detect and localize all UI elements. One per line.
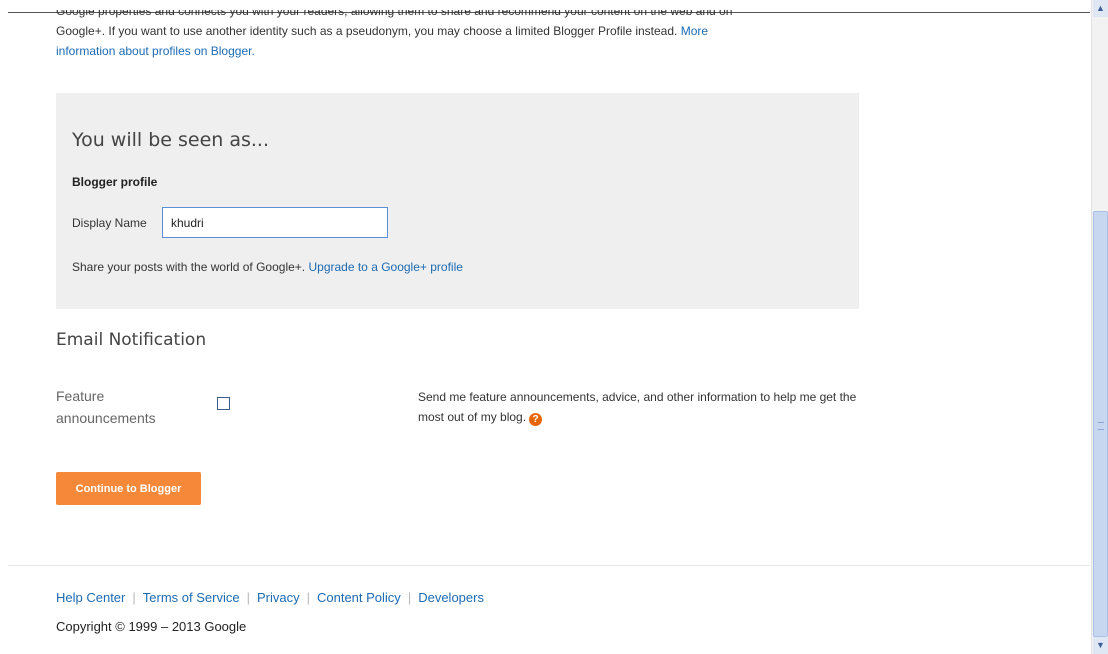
privacy-link[interactable]: Privacy [257,590,300,605]
intro-line-1: Google properties and connects you with … [56,4,733,18]
profile-intro-text: Google properties and connects you with … [56,4,846,61]
footer-separator: | [246,590,250,605]
feature-announcements-label: Feature announcements [56,388,156,426]
vertical-scrollbar[interactable]: ▲ ▼ [1091,0,1108,654]
feature-announcements-description: Send me feature announcements, advice, a… [418,387,863,427]
upgrade-google-plus-link[interactable]: Upgrade to a Google+ profile [308,260,462,274]
seen-as-heading: You will be seen as... [72,129,270,151]
share-text: Share your posts with the world of Googl… [72,260,306,274]
footer-divider [8,565,1090,566]
copyright-text: Copyright © 1999 – 2013 Google [56,619,247,634]
scrollbar-thumb[interactable] [1093,211,1108,637]
feature-description-text: Send me feature announcements, advice, a… [418,390,857,424]
question-icon[interactable]: ? [529,413,543,426]
email-notification-heading: Email Notification [56,330,207,350]
scroll-down-arrow-icon[interactable]: ▼ [1093,637,1108,654]
display-name-input[interactable] [162,207,388,238]
footer-separator: | [306,590,310,605]
google-plus-share-text: Share your posts with the world of Googl… [72,260,463,274]
developers-link[interactable]: Developers [418,590,484,605]
display-name-label: Display Name [72,216,147,230]
continue-to-blogger-button[interactable]: Continue to Blogger [56,472,201,505]
profile-type-label: Blogger profile [72,175,158,189]
terms-of-service-link[interactable]: Terms of Service [143,590,240,605]
scrollbar-grip-icon [1098,422,1104,430]
footer-separator: | [132,590,136,605]
profile-identity-panel: You will be seen as... Blogger profile D… [56,93,859,309]
feature-announcements-checkbox[interactable] [217,397,230,410]
intro-line-2: Google+. If you want to use another iden… [56,24,678,38]
footer-separator: | [407,590,412,605]
help-center-link[interactable]: Help Center [56,590,125,605]
content-policy-link[interactable]: Content Policy [317,590,401,605]
footer-links: Help Center | Terms of Service | Privacy | Con… [56,590,484,605]
scroll-up-arrow-icon[interactable]: ▲ [1093,0,1108,17]
